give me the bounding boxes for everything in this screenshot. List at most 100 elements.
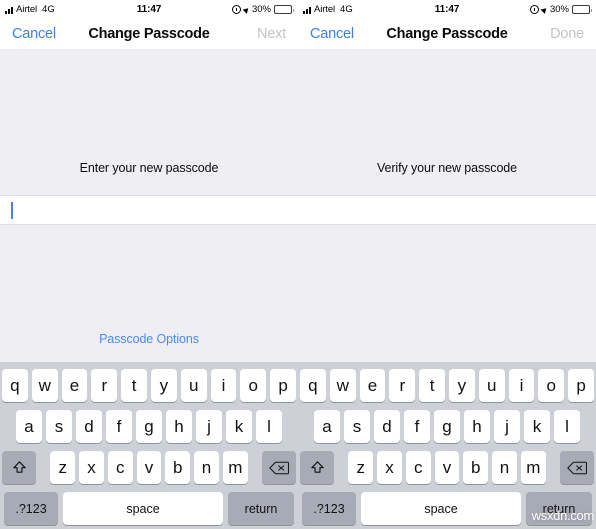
key-v[interactable]: v bbox=[136, 451, 162, 484]
numbers-symbols-key[interactable]: .?123 bbox=[4, 492, 58, 525]
keyboard-row-3: z x c v b n m bbox=[2, 451, 296, 484]
key-b[interactable]: b bbox=[165, 451, 191, 484]
key-s[interactable]: s bbox=[46, 410, 72, 443]
done-button[interactable]: Done bbox=[550, 26, 584, 42]
key-c[interactable]: c bbox=[405, 451, 431, 484]
key-t[interactable]: t bbox=[419, 369, 445, 402]
key-m[interactable]: m bbox=[520, 451, 546, 484]
key-d[interactable]: d bbox=[374, 410, 400, 443]
key-k[interactable]: k bbox=[226, 410, 252, 443]
navigation-bar: Cancel Change Passcode Done bbox=[298, 19, 596, 49]
key-o[interactable]: o bbox=[538, 369, 565, 402]
key-m[interactable]: m bbox=[222, 451, 248, 484]
passcode-input-field[interactable] bbox=[0, 195, 298, 225]
key-w[interactable]: w bbox=[329, 369, 356, 402]
key-u[interactable]: u bbox=[478, 369, 505, 402]
key-c[interactable]: c bbox=[107, 451, 133, 484]
location-arrow-icon bbox=[242, 5, 251, 14]
key-s[interactable]: s bbox=[344, 410, 370, 443]
keyboard-row-4: .?123 space return bbox=[300, 492, 594, 525]
passcode-prompt-label: Verify your new passcode bbox=[376, 161, 518, 175]
cancel-button[interactable]: Cancel bbox=[12, 26, 56, 42]
keyboard-row-3: z x c v b n m bbox=[300, 451, 594, 484]
key-y[interactable]: y bbox=[449, 369, 475, 402]
key-h[interactable]: h bbox=[166, 410, 192, 443]
passcode-input-field[interactable] bbox=[298, 195, 596, 225]
delete-backward-icon bbox=[269, 461, 289, 475]
key-n[interactable]: n bbox=[194, 451, 219, 484]
key-f[interactable]: f bbox=[106, 410, 132, 443]
key-f[interactable]: f bbox=[404, 410, 430, 443]
passcode-content-area: Enter your new passcode Passcode Options bbox=[0, 49, 298, 362]
key-z[interactable]: z bbox=[348, 451, 374, 484]
keyboard-row-1: q w e r t y u i o p bbox=[300, 369, 594, 402]
key-i[interactable]: i bbox=[210, 369, 237, 402]
passcode-prompt-label: Enter your new passcode bbox=[79, 161, 219, 175]
shift-arrow-icon bbox=[310, 460, 325, 475]
key-a[interactable]: a bbox=[314, 410, 340, 443]
key-p[interactable]: p bbox=[568, 369, 594, 402]
cancel-button[interactable]: Cancel bbox=[310, 26, 354, 42]
key-x[interactable]: x bbox=[377, 451, 402, 484]
key-j[interactable]: j bbox=[494, 410, 520, 443]
key-x[interactable]: x bbox=[79, 451, 104, 484]
shift-key[interactable] bbox=[2, 451, 37, 484]
key-h[interactable]: h bbox=[464, 410, 490, 443]
keyboard-row-4: .?123 space return bbox=[2, 492, 296, 525]
key-q[interactable]: q bbox=[300, 369, 326, 402]
key-j[interactable]: j bbox=[196, 410, 222, 443]
key-i[interactable]: i bbox=[508, 369, 535, 402]
space-key[interactable]: space bbox=[63, 492, 223, 525]
dual-screenshot-comparison: Airtel 4G 11:47 30% Cancel Change Passco… bbox=[0, 0, 596, 529]
onscreen-keyboard: q w e r t y u i o p a s d f g h j k l z … bbox=[0, 362, 298, 529]
key-r[interactable]: r bbox=[91, 369, 118, 402]
key-u[interactable]: u bbox=[180, 369, 207, 402]
key-g[interactable]: g bbox=[434, 410, 460, 443]
key-z[interactable]: z bbox=[50, 451, 76, 484]
key-k[interactable]: k bbox=[524, 410, 550, 443]
keyboard-row-2: a s d f g h j k l bbox=[300, 410, 594, 443]
phone-screen-enter-passcode: Airtel 4G 11:47 30% Cancel Change Passco… bbox=[0, 0, 298, 529]
backspace-key[interactable] bbox=[261, 451, 296, 484]
text-caret bbox=[11, 201, 13, 219]
numbers-symbols-key[interactable]: .?123 bbox=[302, 492, 356, 525]
key-n[interactable]: n bbox=[492, 451, 517, 484]
passcode-options-link[interactable]: Passcode Options bbox=[0, 332, 298, 346]
navigation-bar: Cancel Change Passcode Next bbox=[0, 19, 298, 49]
next-button[interactable]: Next bbox=[257, 26, 286, 42]
key-p[interactable]: p bbox=[270, 369, 296, 402]
passcode-content-area: Verify your new passcode Passcode Option… bbox=[298, 49, 596, 362]
location-arrow-icon bbox=[540, 5, 549, 14]
space-key[interactable]: space bbox=[361, 492, 521, 525]
key-y[interactable]: y bbox=[151, 369, 177, 402]
return-key[interactable]: return bbox=[228, 492, 294, 525]
alarm-clock-icon bbox=[529, 5, 539, 14]
status-bar: Airtel 4G 11:47 30% bbox=[298, 0, 596, 19]
keyboard-row-2: a s d f g h j k l bbox=[2, 410, 296, 443]
key-o[interactable]: o bbox=[240, 369, 267, 402]
status-bar-right: 30% bbox=[231, 4, 294, 15]
battery-icon bbox=[572, 5, 592, 14]
key-l[interactable]: l bbox=[554, 410, 580, 443]
key-t[interactable]: t bbox=[121, 369, 147, 402]
key-e[interactable]: e bbox=[359, 369, 386, 402]
status-bar-right: 30% bbox=[529, 4, 592, 15]
key-e[interactable]: e bbox=[61, 369, 88, 402]
status-bar: Airtel 4G 11:47 30% bbox=[0, 0, 298, 19]
key-g[interactable]: g bbox=[136, 410, 162, 443]
return-key[interactable]: return bbox=[526, 492, 592, 525]
shift-arrow-icon bbox=[12, 460, 27, 475]
battery-percent-label: 30% bbox=[549, 4, 569, 15]
key-w[interactable]: w bbox=[31, 369, 58, 402]
shift-key[interactable] bbox=[300, 451, 335, 484]
key-q[interactable]: q bbox=[2, 369, 28, 402]
key-l[interactable]: l bbox=[256, 410, 282, 443]
key-b[interactable]: b bbox=[463, 451, 489, 484]
key-r[interactable]: r bbox=[389, 369, 416, 402]
backspace-key[interactable] bbox=[559, 451, 594, 484]
key-d[interactable]: d bbox=[76, 410, 102, 443]
delete-backward-icon bbox=[567, 461, 587, 475]
key-a[interactable]: a bbox=[16, 410, 42, 443]
battery-icon bbox=[274, 5, 294, 14]
key-v[interactable]: v bbox=[434, 451, 460, 484]
